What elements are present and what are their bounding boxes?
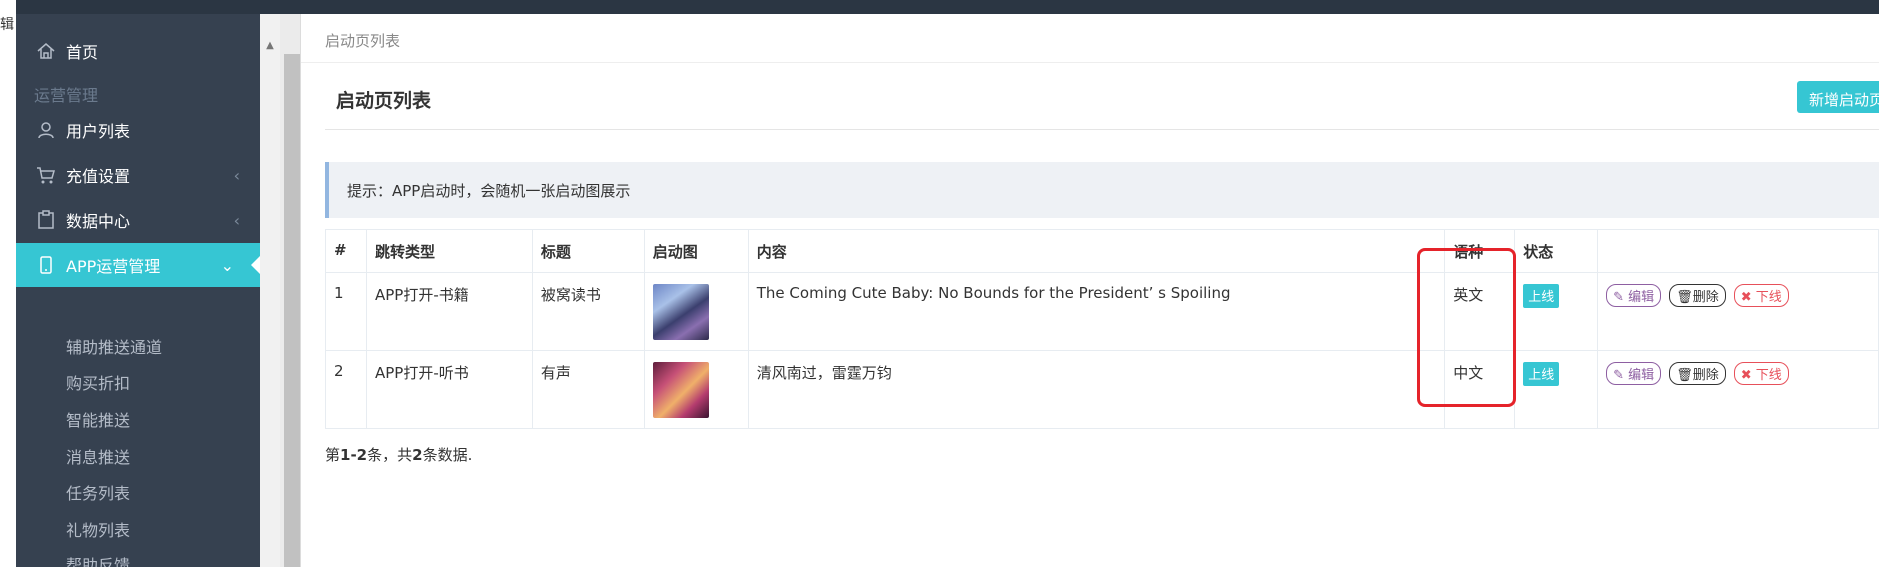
status-badge: 上线: [1523, 284, 1560, 308]
jump-type: APP打开-书籍: [365, 272, 533, 351]
jump-type: APP打开-听书: [365, 350, 533, 429]
row-content: 清风南过，雷霆万钧: [747, 350, 1446, 429]
sidebar-item-label: 首页: [66, 43, 99, 62]
sidebar-item-label: 充值设置: [66, 167, 131, 186]
divider: [301, 62, 1879, 63]
cart-icon: [37, 167, 55, 184]
tip-alert: 提示：APP启动时，会随机一张启动图展示: [325, 162, 1879, 218]
offline-button[interactable]: ✖ 下线: [1733, 362, 1789, 385]
sidebar-item-recharge[interactable]: 充值设置 ‹: [16, 153, 260, 197]
user-icon: [38, 122, 54, 139]
pager-total: 2: [412, 446, 423, 464]
left-edge-strip: 辑: [0, 0, 16, 567]
splash-table: # 跳转类型 标题 启动图 内容 语种 状态 1 APP打开-书籍 被窝读书 T…: [325, 229, 1879, 429]
chevron-left-icon: ‹: [233, 165, 240, 185]
offline-label: 下线: [1755, 368, 1782, 383]
splash-thumbnail[interactable]: [652, 362, 709, 418]
splash-thumbnail[interactable]: [652, 284, 709, 340]
scroll-up-arrow-icon[interactable]: ▲: [262, 40, 278, 54]
home-icon: [37, 43, 55, 59]
edit-button[interactable]: ✎ 编辑: [1606, 284, 1662, 307]
highlight-annotation-box: [1417, 248, 1516, 407]
row-number: 2: [325, 350, 367, 429]
delete-label: 删除: [1692, 368, 1719, 383]
offline-button[interactable]: ✖ 下线: [1733, 284, 1789, 307]
edge-glyph: 辑: [0, 16, 14, 32]
sidebar-subitem[interactable]: 帮助反馈: [66, 552, 130, 567]
edit-label: 编辑: [1628, 290, 1655, 305]
mobile-icon: [40, 256, 52, 274]
actions-cell: ✎ 编辑 🗑删除 ✖ 下线: [1597, 350, 1879, 429]
sidebar-item-label: 数据中心: [66, 212, 131, 231]
tip-text: 提示：APP启动时，会随机一张启动图展示: [347, 182, 631, 200]
column-header: 内容: [747, 229, 1446, 273]
column-header: 启动图: [643, 229, 749, 273]
row-content: The Coming Cute Baby: No Bounds for the …: [747, 272, 1446, 351]
delete-label: 删除: [1692, 290, 1719, 305]
table-header-row: # 跳转类型 标题 启动图 内容 语种 状态: [325, 229, 1879, 273]
sidebar-item-home[interactable]: 首页: [16, 29, 260, 73]
sidebar-subitem[interactable]: 辅助推送通道: [66, 334, 162, 358]
column-header: 跳转类型: [365, 229, 533, 273]
divider: [325, 129, 1879, 130]
splash-image-cell: [643, 350, 749, 429]
actions-cell: ✎ 编辑 🗑删除 ✖ 下线: [1597, 272, 1879, 351]
sidebar-item-data-center[interactable]: 数据中心 ‹: [16, 198, 260, 242]
pager-suffix: 条数据.: [422, 446, 473, 464]
top-header-bar: [0, 0, 1879, 14]
delete-button[interactable]: 🗑删除: [1669, 284, 1726, 307]
sidebar-item-users[interactable]: 用户列表: [16, 108, 260, 152]
page-title: 启动页列表: [336, 90, 432, 112]
chevron-down-icon: ⌄: [220, 255, 234, 275]
sidebar-subitem[interactable]: 消息推送: [66, 444, 130, 468]
sidebar-subitem[interactable]: 礼物列表: [66, 517, 130, 541]
add-splash-button[interactable]: 新增启动页: [1797, 81, 1879, 113]
row-number: 1: [325, 272, 367, 351]
main-content: 启动页列表 启动页列表 新增启动页 提示：APP启动时，会随机一张启动图展示 #…: [301, 14, 1879, 567]
table-row: 1 APP打开-书籍 被窝读书 The Coming Cute Baby: No…: [325, 272, 1879, 351]
edit-label: 编辑: [1628, 368, 1655, 383]
status-cell: 上线: [1514, 272, 1599, 351]
pager-range: 1-2: [340, 446, 368, 464]
sidebar-subitem[interactable]: 智能推送: [66, 407, 130, 431]
row-title: 被窝读书: [531, 272, 645, 351]
sidebar-item-label: 用户列表: [66, 122, 131, 141]
pagination-summary: 第1-2条，共2条数据.: [325, 444, 472, 465]
status-badge: 上线: [1523, 362, 1560, 386]
pager-prefix: 第: [325, 446, 341, 464]
status-cell: 上线: [1514, 350, 1599, 429]
edit-button[interactable]: ✎ 编辑: [1606, 362, 1662, 385]
column-header: [1597, 229, 1879, 273]
delete-button[interactable]: 🗑删除: [1669, 362, 1726, 385]
sidebar-subitem[interactable]: 任务列表: [66, 480, 130, 504]
sidebar-item-label: APP运营管理: [66, 257, 161, 276]
column-header: #: [325, 229, 367, 273]
column-header: 标题: [531, 229, 645, 273]
sidebar-subitem[interactable]: 购买折扣: [66, 370, 130, 394]
scrollbar-thumb[interactable]: [284, 54, 300, 567]
sidebar-item-app-ops[interactable]: APP运营管理 ⌄: [16, 243, 261, 287]
table-row: 2 APP打开-听书 有声 清风南过，雷霆万钧 中文 上线 ✎ 编辑 🗑删除 ✖ 下…: [325, 350, 1879, 429]
sidebar: 首页 运营管理 用户列表 充值设置 ‹ 数据中心 ‹ APP运营管理 ⌄ 辅助推…: [16, 14, 261, 567]
column-header: 状态: [1514, 229, 1599, 273]
clipboard-icon: [38, 210, 54, 229]
breadcrumb[interactable]: 启动页列表: [325, 30, 400, 51]
pager-mid: 条，共: [367, 446, 413, 464]
offline-label: 下线: [1755, 290, 1782, 305]
chevron-left-icon: ‹: [233, 210, 240, 230]
row-title: 有声: [531, 350, 645, 429]
sidebar-section-heading: 运营管理: [34, 86, 99, 105]
splash-image-cell: [643, 272, 749, 351]
app-root: 辑 首页 运营管理 用户列表 充值设置 ‹ 数据中心 ‹ APP运营管理 ⌄ 辅…: [0, 0, 1879, 567]
sidebar-scrollbar[interactable]: [260, 14, 280, 567]
